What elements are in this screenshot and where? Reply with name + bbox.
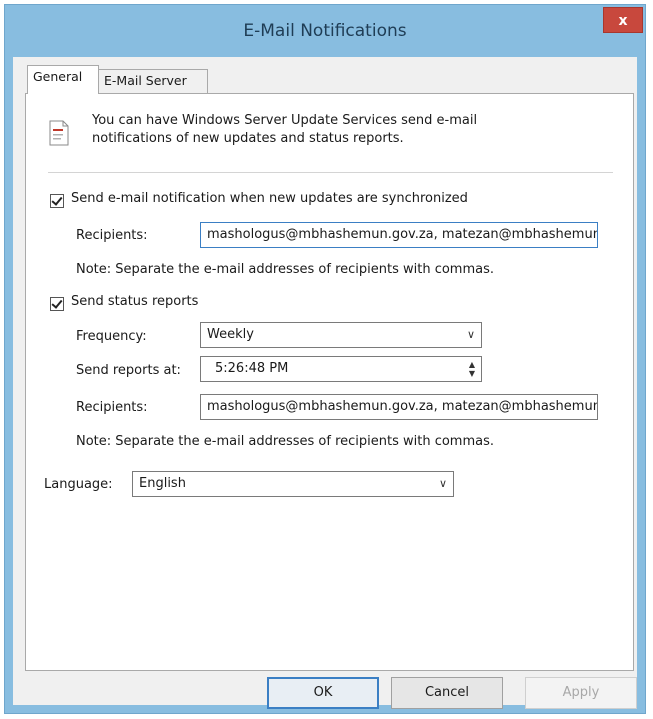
sync-recipients-input[interactable]: mashologus@mbhashemun.gov.za, matezan@mb…: [200, 222, 598, 248]
language-value: English: [139, 476, 186, 491]
sync-recipients-note: Note: Separate the e-mail addresses of r…: [76, 262, 495, 277]
document-info-icon: [49, 120, 69, 146]
tab-email-server[interactable]: E-Mail Server: [98, 69, 208, 93]
general-tab-panel: You can have Windows Server Update Servi…: [25, 93, 634, 671]
status-recipients-input[interactable]: mashologus@mbhashemun.gov.za, matezan@mb…: [200, 394, 598, 420]
chevron-down-icon: ∨: [438, 477, 447, 490]
apply-button-label: Apply: [562, 685, 600, 700]
language-label: Language:: [44, 477, 113, 492]
intro-text: You can have Windows Server Update Servi…: [92, 113, 478, 146]
ok-button-label: OK: [313, 685, 333, 700]
frequency-label: Frequency:: [76, 329, 147, 344]
close-icon: x: [618, 13, 628, 29]
status-recipients-label: Recipients:: [76, 400, 148, 415]
ok-button[interactable]: OK: [267, 677, 379, 709]
tab-email-server-label: E-Mail Server: [104, 73, 187, 88]
status-reports-checkbox[interactable]: [50, 297, 64, 311]
frequency-dropdown[interactable]: Weekly ∨: [200, 322, 482, 348]
tab-general[interactable]: General: [27, 65, 99, 94]
close-button[interactable]: x: [603, 7, 643, 33]
cancel-button-label: Cancel: [424, 685, 470, 700]
language-dropdown[interactable]: English ∨: [132, 471, 454, 497]
send-time-value: 5:26:48 PM: [215, 361, 289, 376]
spinner-arrows-icon[interactable]: ▲ ▼: [466, 360, 478, 378]
apply-button[interactable]: Apply: [525, 677, 637, 709]
title-bar[interactable]: E-Mail Notifications: [5, 5, 645, 57]
status-recipients-note: Note: Separate the e-mail addresses of r…: [76, 434, 495, 449]
send-time-picker[interactable]: 5:26:48 PM ▲ ▼: [200, 356, 482, 382]
sync-notification-label: Send e-mail notification when new update…: [71, 191, 468, 206]
cancel-button[interactable]: Cancel: [391, 677, 503, 709]
status-reports-label: Send status reports: [71, 294, 199, 309]
frequency-value: Weekly: [207, 327, 254, 342]
chevron-down-icon: ∨: [466, 328, 475, 341]
sync-recipients-label: Recipients:: [76, 228, 148, 243]
sync-notification-checkbox[interactable]: [50, 194, 64, 208]
window-title: E-Mail Notifications: [243, 21, 407, 41]
dialog-window: E-Mail Notifications x General E-Mail Se…: [4, 4, 646, 714]
dialog-client-area: General E-Mail Server You can have Windo…: [13, 57, 637, 709]
separator: [48, 172, 613, 173]
send-at-label: Send reports at:: [76, 363, 181, 378]
tab-general-label: General: [33, 69, 83, 84]
